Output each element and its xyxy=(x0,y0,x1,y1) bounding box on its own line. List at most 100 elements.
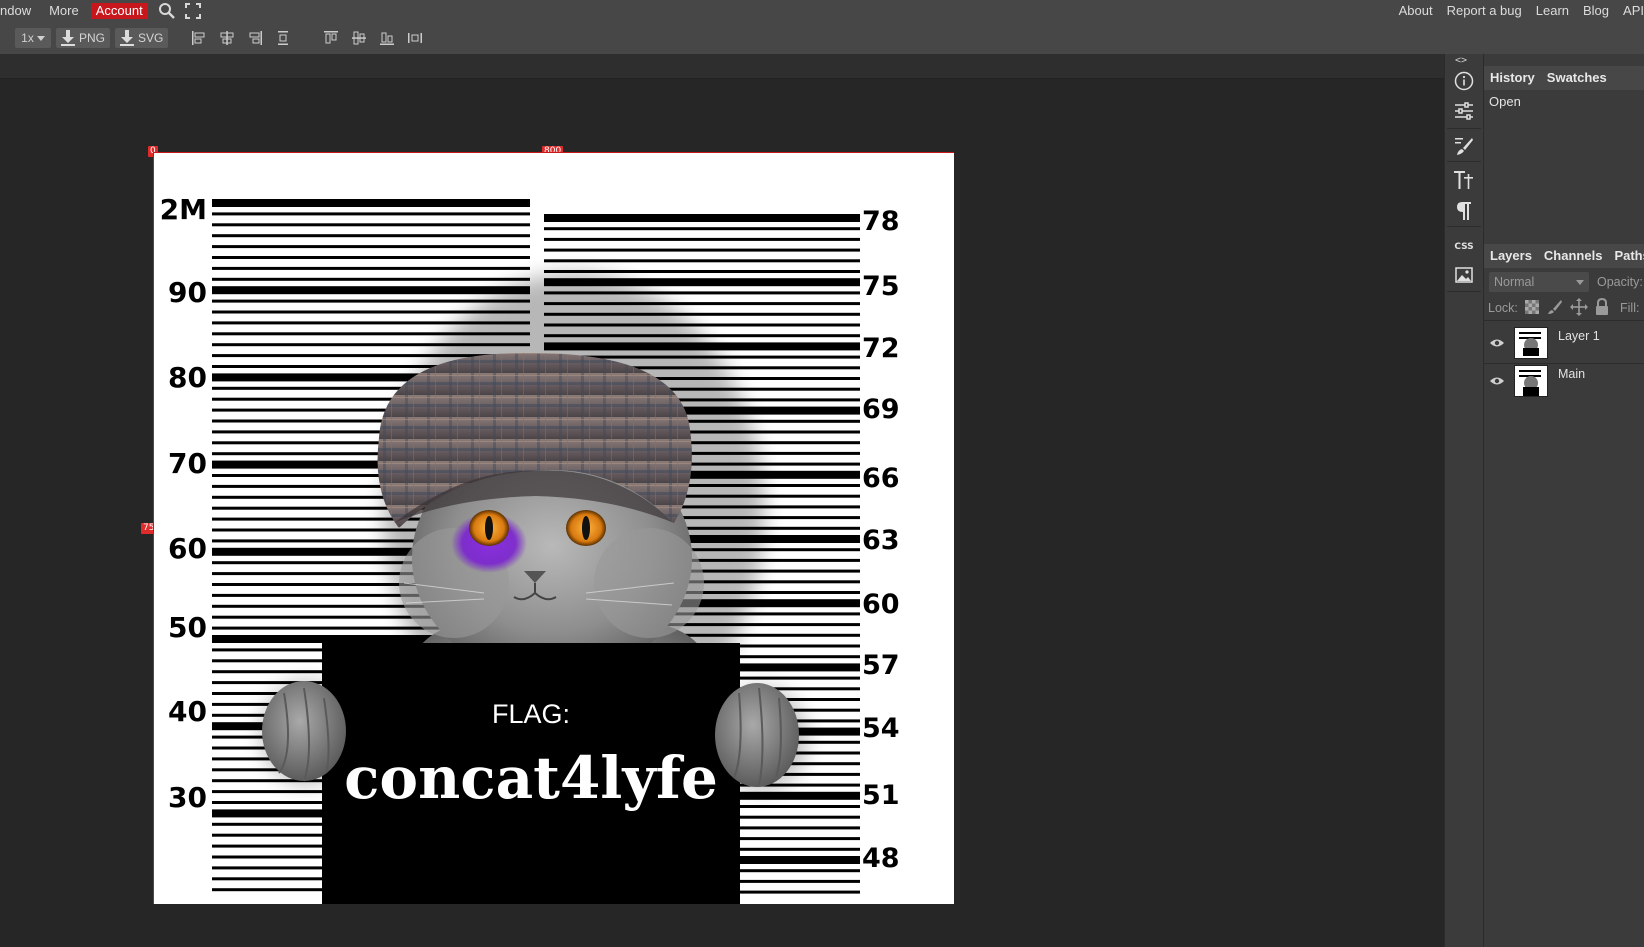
panels-column: History Swatches Open Layers Channels Pa… xyxy=(1484,54,1644,947)
export-svg-label: SVG xyxy=(138,31,164,45)
paragraph-icon[interactable] xyxy=(1452,199,1476,223)
collapse-toolstrip-toggle[interactable]: <> xyxy=(1455,55,1467,66)
layer-thumbnail xyxy=(1514,365,1548,397)
align-bottom-icon[interactable] xyxy=(376,27,398,49)
history-list: Open xyxy=(1484,90,1644,261)
align-top-icon[interactable] xyxy=(320,27,342,49)
download-icon xyxy=(61,30,75,46)
sign-flag-label: FLAG: xyxy=(492,699,570,729)
height-line-minor xyxy=(212,299,530,303)
brush-settings-icon[interactable] xyxy=(1452,134,1476,158)
height-line-minor xyxy=(212,234,530,238)
lock-transparency-icon[interactable] xyxy=(1524,299,1540,320)
height-label-right: 54 xyxy=(862,713,900,744)
info-icon[interactable] xyxy=(1452,69,1476,93)
opacity-label: Opacity: xyxy=(1597,275,1643,289)
tab-swatches[interactable]: Swatches xyxy=(1541,66,1613,90)
export-svg-button[interactable]: SVG xyxy=(115,28,169,48)
menu-api[interactable]: API xyxy=(1616,4,1644,18)
tab-paths[interactable]: Paths xyxy=(1608,244,1644,268)
height-label-right: 63 xyxy=(862,525,900,556)
lock-all-icon[interactable] xyxy=(1594,297,1610,321)
menu-left: ndow More Account xyxy=(0,0,204,22)
css-label: CSS xyxy=(1454,242,1474,252)
layer-row[interactable]: Main xyxy=(1484,361,1644,401)
sign-flag-value: concat4lyfe xyxy=(344,744,718,812)
align-center-h-icon[interactable] xyxy=(216,27,238,49)
menu-bar: ndow More Account About Report a bug Lea… xyxy=(0,0,1644,22)
zoom-dropdown[interactable]: 1x xyxy=(15,28,51,48)
panel-toolstrip: <> CSS >< xyxy=(1444,54,1611,947)
height-line-minor xyxy=(212,277,530,281)
layer-name: Main xyxy=(1558,367,1586,381)
height-label-left: 50 xyxy=(168,611,207,644)
menu-more[interactable]: More xyxy=(39,4,87,18)
height-label-left: 60 xyxy=(168,532,207,565)
css-icon[interactable]: CSS xyxy=(1452,235,1476,259)
chevron-down-icon xyxy=(36,36,45,41)
character-icon[interactable] xyxy=(1452,168,1476,192)
document-tab-strip xyxy=(0,54,1444,79)
download-icon xyxy=(120,30,135,46)
height-label-right: 48 xyxy=(862,843,900,874)
mugshot-sign: FLAG: concat4lyfe xyxy=(322,643,740,904)
height-label-right: 66 xyxy=(862,463,900,494)
export-png-button[interactable]: PNG xyxy=(56,28,111,48)
height-label-left: 70 xyxy=(168,447,207,480)
fill-label: Fill: xyxy=(1620,301,1640,315)
tab-history[interactable]: History xyxy=(1484,66,1541,90)
blend-mode-select[interactable]: Normal xyxy=(1489,272,1589,292)
lock-position-icon[interactable] xyxy=(1570,298,1588,321)
menu-window[interactable]: ndow xyxy=(0,4,39,18)
height-label-right: 78 xyxy=(862,206,900,237)
menu-blog[interactable]: Blog xyxy=(1576,4,1616,18)
layer-thumbnail xyxy=(1514,327,1548,359)
height-line-minor xyxy=(544,237,860,241)
height-label-left: 40 xyxy=(168,695,207,728)
height-label-left: 2M xyxy=(160,193,207,226)
height-line-minor xyxy=(212,266,530,270)
height-line-major xyxy=(212,199,530,207)
export-png-label: PNG xyxy=(79,31,106,45)
tab-channels[interactable]: Channels xyxy=(1538,244,1609,268)
image-icon[interactable] xyxy=(1452,263,1476,287)
chevron-down-icon xyxy=(1576,280,1584,285)
distribute-v-icon[interactable] xyxy=(404,27,426,49)
menu-account[interactable]: Account xyxy=(90,3,148,19)
height-line-major xyxy=(212,286,530,295)
align-middle-v-icon[interactable] xyxy=(348,27,370,49)
layer-name: Layer 1 xyxy=(1558,329,1600,343)
history-item[interactable]: Open xyxy=(1484,90,1644,113)
lock-pixels-icon[interactable] xyxy=(1547,299,1563,320)
eye-icon[interactable] xyxy=(1490,376,1504,386)
zoom-value: 1x xyxy=(21,31,34,45)
layer-row[interactable]: Layer 1 xyxy=(1484,323,1644,364)
adjustments-icon[interactable] xyxy=(1452,99,1476,123)
height-label-left: 30 xyxy=(168,781,207,814)
layers-panel-tabs: Layers Channels Paths xyxy=(1484,244,1644,268)
height-label-left: 90 xyxy=(168,276,207,309)
height-label-right: 75 xyxy=(862,271,900,302)
align-right-icon[interactable] xyxy=(244,27,266,49)
eye-icon[interactable] xyxy=(1490,338,1504,348)
search-icon[interactable] xyxy=(156,0,178,22)
height-label-right: 60 xyxy=(862,589,900,620)
menu-about[interactable]: About xyxy=(1392,4,1440,18)
fullscreen-icon[interactable] xyxy=(182,0,204,22)
distribute-h-icon[interactable] xyxy=(272,27,294,49)
height-label-right: 72 xyxy=(862,333,900,364)
align-left-icon[interactable] xyxy=(188,27,210,49)
height-line-minor xyxy=(212,256,530,259)
tab-layers[interactable]: Layers xyxy=(1484,244,1538,268)
menu-report-bug[interactable]: Report a bug xyxy=(1440,4,1529,18)
menu-learn[interactable]: Learn xyxy=(1529,4,1576,18)
history-panel-tabs: History Swatches xyxy=(1484,66,1644,90)
height-line-minor xyxy=(544,248,860,252)
height-line-minor xyxy=(212,223,530,227)
document-canvas[interactable]: 2M 90 80 70 60 50 40 30 78 75 72 69 66 63 60 57 54 51 48 xyxy=(153,152,954,904)
height-label-right: 51 xyxy=(862,780,900,811)
height-line-minor xyxy=(212,245,530,249)
height-line-minor xyxy=(544,259,860,263)
height-line-major xyxy=(544,214,860,222)
height-line-minor xyxy=(544,227,860,231)
